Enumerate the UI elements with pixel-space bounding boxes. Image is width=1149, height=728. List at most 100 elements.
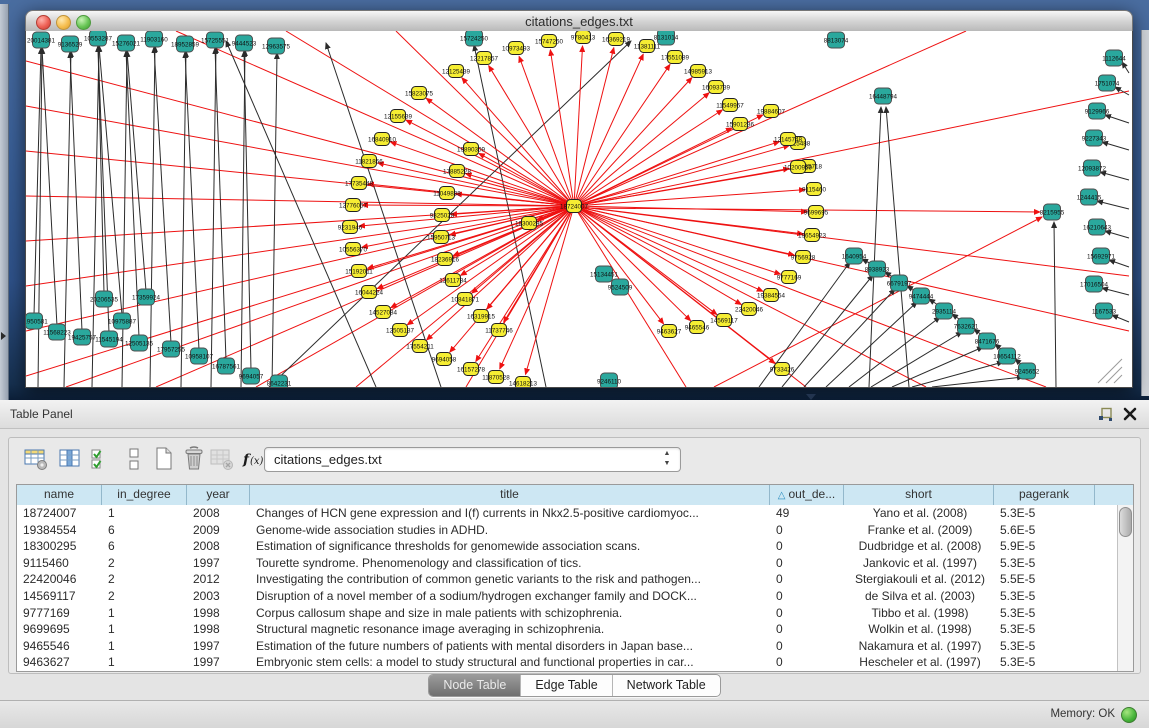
node-label: 16044224 [355,289,384,296]
column-header-short[interactable]: short [844,485,994,505]
network-canvas[interactable]: 1872400715823075121556391684091011821856… [26,31,1132,387]
table-cell: 22420046 [17,571,102,588]
table-row[interactable]: 1830029562008Estimation of significance … [17,538,1118,555]
node-label: 7632621 [954,323,979,330]
node-label: 1112644 [1102,55,1126,62]
table-row[interactable]: 977716911998Corpus callosum shape and si… [17,605,1118,622]
node-label: 18952859 [171,41,200,48]
node-label: 12125439 [442,68,471,75]
table-cell: 2008 [187,505,250,522]
table-row[interactable]: 946554611997Estimation of the future num… [17,638,1118,655]
column-header-pagerank[interactable]: pagerank [994,485,1095,505]
node-label: 16093739 [702,84,731,91]
network-edge [782,275,873,387]
network-edge [574,46,583,206]
network-edge [574,142,779,206]
tab-node-table[interactable]: Node Table [429,675,521,696]
node-label: 11903160 [140,36,168,43]
node-label: 12963575 [262,43,291,50]
node-label: 16840910 [368,136,397,143]
node-label: 16319915 [467,313,496,320]
node-label: 14527084 [369,309,398,316]
left-panel-edge[interactable] [0,4,9,400]
column-header-in_degree[interactable]: in_degree [102,485,187,505]
node-label: 6679197 [887,280,912,287]
table-cell: 6 [102,522,187,539]
node-label: 16157278 [457,366,486,373]
table-vertical-scrollbar[interactable] [1117,505,1133,671]
node-label: 16369219 [602,36,631,43]
network-edge [886,107,909,387]
node-label: 12145748 [774,136,803,143]
node-label: 9444523 [232,40,257,47]
table-cell: 1 [102,505,187,522]
close-panel-icon[interactable] [1123,407,1137,421]
column-header-name[interactable]: name [17,485,102,505]
network-edge [226,41,376,387]
table-cell: 5.5E-5 [994,571,1095,588]
network-edge [1105,231,1129,238]
table-cell: 2 [102,571,187,588]
table-row[interactable]: 2242004622012Investigating the contribut… [17,571,1118,588]
node-label: 1167533 [1092,308,1117,315]
node-label: 9115460 [802,186,827,193]
network-edge [932,377,1023,387]
network-edge [1054,222,1056,387]
merge-rows-icon[interactable] [121,446,147,472]
expand-left-panel-icon[interactable] [1,332,6,340]
column-header-year[interactable]: year [187,485,250,505]
table-cell: Structural magnetic resonance image aver… [250,621,770,638]
table-row[interactable]: 911546021997Tourette syndrome. Phenomeno… [17,555,1118,572]
node-label: 9474444 [909,293,934,300]
network-edge [215,48,226,360]
network-table-select[interactable]: citations_edges.txt ▲▼ [264,447,681,472]
scrollbar-thumb[interactable] [1119,507,1132,537]
float-panel-icon[interactable] [1098,407,1113,422]
table-row[interactable]: 1872400712008Changes of HCN gene express… [17,505,1118,522]
column-header-title[interactable]: title [250,485,770,505]
network-edge [1100,172,1129,180]
show-columns-icon[interactable] [57,446,83,472]
delete-icon[interactable] [181,446,207,472]
table-cell: 18724007 [17,505,102,522]
node-label: 9136529 [58,41,83,48]
network-edge [176,31,574,206]
table-cell: 5.3E-5 [994,654,1095,671]
table-row[interactable]: 1456911722003Disruption of a novel membe… [17,588,1118,605]
node-label: 15950713 [427,234,456,241]
tab-network-table[interactable]: Network Table [613,675,720,696]
table-cell: 0 [770,605,844,622]
network-window-titlebar[interactable]: citations_edges.txt [25,10,1133,33]
node-label: 12155639 [384,113,413,120]
table-row[interactable]: 1938455462009Genome-wide association stu… [17,522,1118,539]
right-panel-edge[interactable] [1141,30,1149,396]
table-row[interactable]: 969969511998Structural magnetic resonanc… [17,621,1118,638]
node-label: 9524509 [608,284,633,291]
node-label: 11381111 [634,43,661,50]
table-cell: 0 [770,538,844,555]
table-cell: 0 [770,522,844,539]
node-label: 9756928 [791,254,816,261]
status-bar: Memory: OK [0,700,1149,728]
node-label: 19890309 [457,146,486,153]
new-file-icon[interactable] [151,446,177,472]
node-label: 12093872 [1078,165,1107,172]
table-cell: Genome-wide association studies in ADHD. [250,522,770,539]
node-label: 15134451 [590,271,619,278]
network-edge [892,347,983,387]
table-mode-icon[interactable] [23,446,49,472]
column-header-out_de[interactable]: △out_de... [770,485,844,505]
network-view-window: citations_edges.txt 18724007158230751215… [25,10,1133,388]
network-edge [127,51,146,291]
select-stepper-icon[interactable]: ▲▼ [660,449,674,470]
node-label: 11545194 [95,336,123,343]
tab-edge-table[interactable]: Edge Table [521,675,612,696]
network-edge [211,47,216,387]
table-cell: 5.3E-5 [994,621,1095,638]
memory-status-label: Memory: OK [1050,708,1115,720]
table-row[interactable]: 946362711997Embryonic stem cells: a mode… [17,654,1118,671]
select-columns-icon[interactable] [89,446,115,472]
node-label: 20014381 [27,37,56,44]
delete-table-icon[interactable] [209,446,235,472]
network-edge [574,206,780,274]
